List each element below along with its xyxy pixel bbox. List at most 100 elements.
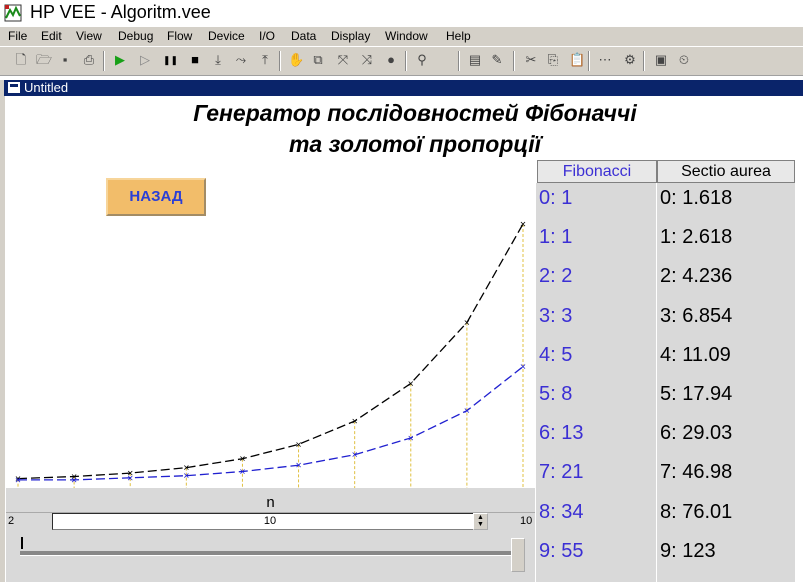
- slider-max-label: 10: [520, 515, 533, 527]
- properties-icon[interactable]: ▤: [468, 53, 482, 67]
- settings-icon[interactable]: ⚙: [623, 53, 637, 67]
- slider-tick: [21, 537, 23, 549]
- menu-bar: File Edit View Debug Flow Device I/O Data Displa…: [0, 27, 803, 46]
- fibonacci-row: 0: 1: [539, 187, 573, 209]
- bring-icon[interactable]: ⤧: [336, 53, 350, 67]
- fibonacci-row: 6: 13: [539, 422, 584, 445]
- fibonacci-row: 1: 1: [539, 226, 573, 249]
- menu-debug[interactable]: Debug: [118, 29, 153, 43]
- data-point: ✕: [520, 363, 527, 372]
- toolbar-separator: [458, 51, 460, 71]
- fibonacci-header: Fibonacci: [537, 160, 657, 183]
- sequence-plot: ✕ ✕ ✕✕✕✕✕✕✕✕✕ ✕ ✕ ✕ ✕✕✕✕✕✕: [15, 220, 527, 488]
- slider-min-label: 2: [8, 515, 15, 527]
- sectio-row: 2: 4.236: [660, 265, 733, 288]
- fibonacci-row: 9: 55: [539, 539, 584, 562]
- circle-icon[interactable]: ●: [384, 53, 398, 67]
- slider-track[interactable]: [20, 551, 520, 556]
- find-icon[interactable]: ⚲: [415, 53, 429, 67]
- sectio-row: 7: 46.98: [660, 461, 733, 484]
- toolbar-separator: [405, 51, 407, 71]
- menu-data[interactable]: Data: [291, 29, 316, 43]
- sectio-row: 1: 2.618: [660, 226, 733, 249]
- sectio-list: 0: 1.618 1: 2.618 2: 4.236 3: 6.854 4: 11.09…: [657, 183, 795, 582]
- data-point: ✕: [407, 379, 414, 388]
- slider-panel: n: [6, 488, 535, 582]
- series-line: [17, 223, 524, 480]
- step-into-icon[interactable]: ⤓: [211, 53, 225, 67]
- data-point: ✕: [351, 417, 358, 426]
- fibonacci-row: 8: 34: [539, 500, 584, 523]
- hand-icon[interactable]: ✋: [288, 53, 304, 67]
- toolbar-separator: [103, 51, 105, 71]
- menu-io[interactable]: I/O: [259, 29, 275, 43]
- step-out-icon[interactable]: ⤒: [258, 53, 272, 67]
- slider-thumb[interactable]: [511, 538, 525, 572]
- data-point: ✕: [239, 468, 246, 477]
- data-point: ✕: [295, 461, 302, 470]
- sectio-header: Sectio aurea: [657, 160, 795, 183]
- toolbar-separator: [279, 51, 281, 71]
- title-bar: HP VEE - Algoritm.vee: [0, 0, 803, 26]
- data-point: ✕: [464, 319, 471, 328]
- step-icon[interactable]: ▷: [138, 53, 152, 67]
- copy-object-icon[interactable]: ⧉: [311, 53, 325, 67]
- menu-device[interactable]: Device: [208, 29, 245, 43]
- step-over-icon[interactable]: ⤳: [234, 53, 248, 67]
- fibonacci-list: 0: 1 1: 1 2: 2 3: 3 4: 5 5: 8 6: 13 7: 21 8: 34 9…: [536, 183, 656, 582]
- panel-title-line2: та золотої пропорції: [288, 131, 542, 157]
- sectio-row: 0: 1.618: [660, 187, 733, 209]
- sectio-row: 8: 76.01: [660, 500, 733, 523]
- fibonacci-row: 2: 2: [539, 265, 573, 288]
- sectio-row: 9: 123: [660, 539, 716, 562]
- data-point: ✕: [71, 476, 78, 485]
- line-probe-icon[interactable]: ⋯: [598, 53, 612, 67]
- new-icon[interactable]: 🗋: [14, 53, 28, 67]
- sectio-row: 6: 29.03: [660, 422, 733, 445]
- data-point: ✕: [239, 455, 246, 464]
- subwindow-caption[interactable]: Untitled: [4, 80, 803, 96]
- toolbar-separator: [588, 51, 590, 71]
- window-title: HP VEE - Algoritm.vee: [30, 2, 211, 22]
- open-icon[interactable]: 🗁: [36, 53, 52, 67]
- menu-help[interactable]: Help: [446, 29, 471, 43]
- run-icon[interactable]: ▶: [113, 53, 127, 67]
- cut-bring-icon[interactable]: ⤨: [360, 53, 374, 67]
- save-icon[interactable]: ▪: [58, 53, 72, 67]
- n-spinner[interactable]: ▲ ▼: [473, 513, 488, 530]
- menu-display[interactable]: Display: [331, 29, 370, 43]
- menu-edit[interactable]: Edit: [41, 29, 62, 43]
- menu-window[interactable]: Window: [385, 29, 428, 43]
- data-point: ✕: [15, 476, 22, 485]
- sectio-row: 5: 17.94: [660, 383, 733, 405]
- print-icon[interactable]: ⎙: [82, 53, 96, 67]
- slider-label: n: [266, 494, 275, 511]
- fibonacci-row: 4: 5: [539, 343, 573, 366]
- menu-flow[interactable]: Flow: [167, 29, 192, 43]
- fibonacci-row: 7: 21: [539, 461, 584, 484]
- toolbar-separator: [513, 51, 515, 71]
- toolbar: 🗋 🗁 ▪ ⎙ ▶ ▷ ❚❚ ■ ⤓ ⤳ ⤒ ✋ ⧉ ⤧ ⤨ ● ⚲ ▤ ✎ ✂ ⎘ 📋 ⋯ ⚙ ▣ ⏲: [0, 47, 803, 76]
- edit-icon[interactable]: ✎: [490, 53, 504, 67]
- stop-icon[interactable]: ■: [188, 53, 202, 67]
- data-point: ✕: [520, 220, 527, 229]
- workspace-edge: [0, 80, 5, 582]
- pause-icon[interactable]: ❚❚: [163, 53, 178, 67]
- data-point: ✕: [295, 440, 302, 449]
- data-point: ✕: [183, 472, 190, 481]
- panel-view-icon[interactable]: ▣: [654, 53, 668, 67]
- panel-title: Генератор послідовностей Фібоначчі та зо…: [150, 98, 680, 160]
- menu-file[interactable]: File: [8, 29, 27, 43]
- clock-icon[interactable]: ⏲: [677, 53, 691, 67]
- menu-view[interactable]: View: [76, 29, 102, 43]
- paste-icon[interactable]: 📋: [569, 53, 585, 67]
- sectio-row: 3: 6.854: [660, 304, 733, 327]
- data-point: ✕: [407, 434, 414, 443]
- n-value-field[interactable]: 10: [52, 513, 488, 530]
- data-point: ✕: [127, 474, 134, 483]
- copy-icon[interactable]: ⎘: [546, 53, 560, 67]
- panel-title-line1: Генератор послідовностей Фібоначчі: [193, 100, 637, 126]
- cut-icon[interactable]: ✂: [524, 53, 538, 67]
- window-icon[interactable]: [8, 82, 20, 93]
- fibonacci-row: 5: 8: [539, 383, 573, 405]
